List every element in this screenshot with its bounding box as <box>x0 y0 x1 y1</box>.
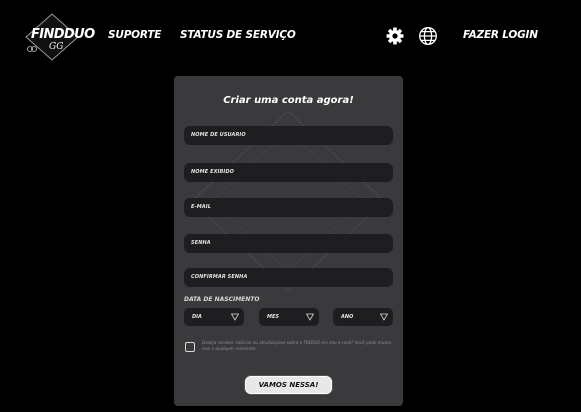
month-select[interactable]: MES <box>259 308 319 326</box>
signup-form-card: Criar uma conta agora! NOME DE USUARIO N… <box>174 76 403 406</box>
day-select-value: DIA <box>192 314 202 320</box>
password-field[interactable]: SENHA <box>184 234 393 253</box>
confirm-password-field[interactable]: CONFIRMAR SENHA <box>184 268 393 287</box>
month-select-value: MES <box>267 314 279 320</box>
gear-icon[interactable] <box>385 26 405 46</box>
submit-button[interactable]: VAMOS NESSA! <box>245 376 332 394</box>
top-nav: FINDDUO GG SUPORTE STATUS DE SERVIÇO FAZ… <box>0 0 581 72</box>
newsletter-checkbox[interactable] <box>185 342 195 352</box>
year-select-value: ANO <box>341 314 354 320</box>
email-field[interactable]: E-MAIL <box>184 198 393 217</box>
nav-link-service-status[interactable]: STATUS DE SERVIÇO <box>180 29 296 41</box>
findduo-logo[interactable]: FINDDUO GG <box>22 12 95 62</box>
newsletter-consent-text: Deseja receber notícias ou atualizações … <box>202 340 392 351</box>
birthdate-label: DATA DE NASCIMENTO <box>184 296 260 303</box>
form-title: Criar uma conta agora! <box>223 95 354 106</box>
caret-down-icon <box>231 313 239 321</box>
logo-subtext: GG <box>49 42 64 52</box>
logo-text: FINDDUO <box>31 27 95 42</box>
caret-down-icon <box>306 313 314 321</box>
nav-link-support[interactable]: SUPORTE <box>108 29 161 41</box>
username-field[interactable]: NOME DE USUARIO <box>184 126 393 145</box>
login-link[interactable]: FAZER LOGIN <box>463 29 538 41</box>
caret-down-icon <box>380 313 388 321</box>
display-name-field[interactable]: NOME EXIBIDO <box>184 163 393 182</box>
day-select[interactable]: DIA <box>184 308 244 326</box>
year-select[interactable]: ANO <box>333 308 393 326</box>
globe-icon[interactable] <box>418 26 438 46</box>
